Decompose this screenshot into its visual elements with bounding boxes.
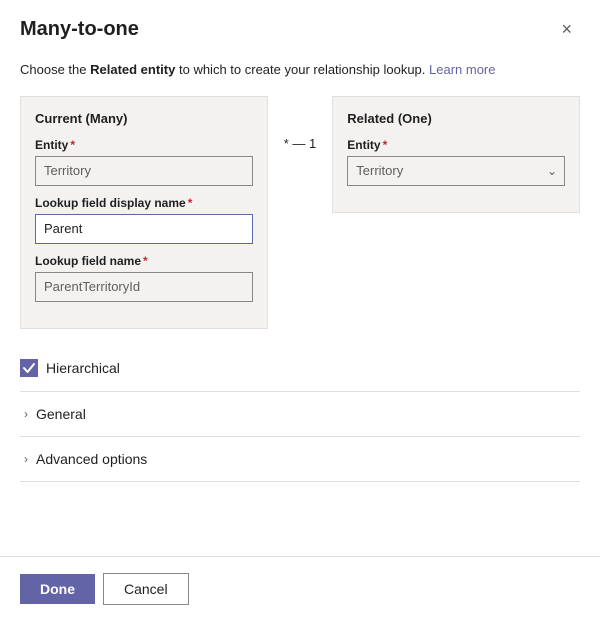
description-text: Choose the Related entity to which to cr… bbox=[20, 60, 580, 80]
dialog-footer: Done Cancel bbox=[0, 556, 600, 621]
related-panel-title: Related (One) bbox=[347, 111, 565, 126]
hierarchical-checkbox[interactable] bbox=[20, 359, 38, 377]
dialog-body: Choose the Related entity to which to cr… bbox=[0, 52, 600, 556]
done-button[interactable]: Done bbox=[20, 574, 95, 604]
dialog-header: Many-to-one × bbox=[0, 0, 600, 52]
many-to-one-dialog: Many-to-one × Choose the Related entity … bbox=[0, 0, 600, 621]
hierarchical-section: Hierarchical bbox=[20, 345, 580, 392]
cancel-button[interactable]: Cancel bbox=[103, 573, 189, 605]
lookup-display-label: Lookup field display name* bbox=[35, 196, 253, 210]
relationship-row: Current (Many) Entity* Lookup field disp… bbox=[20, 96, 580, 329]
advanced-section-label: Advanced options bbox=[36, 451, 147, 467]
entity-label: Entity* bbox=[35, 138, 253, 152]
current-panel: Current (Many) Entity* Lookup field disp… bbox=[20, 96, 268, 329]
lookup-name-field-group: Lookup field name* bbox=[35, 254, 253, 302]
dialog-title: Many-to-one bbox=[20, 18, 139, 41]
advanced-section: › Advanced options bbox=[20, 437, 580, 482]
general-section-header[interactable]: › General bbox=[20, 406, 580, 422]
general-section-label: General bbox=[36, 406, 86, 422]
advanced-section-header[interactable]: › Advanced options bbox=[20, 451, 580, 467]
related-entity-select[interactable]: Territory bbox=[347, 156, 565, 186]
lookup-display-input[interactable] bbox=[35, 214, 253, 244]
checkmark-icon bbox=[23, 362, 35, 374]
close-button[interactable]: × bbox=[553, 16, 580, 42]
lookup-display-field-group: Lookup field display name* bbox=[35, 196, 253, 244]
entity-field-group: Entity* bbox=[35, 138, 253, 186]
description-suffix: to which to create your relationship loo… bbox=[179, 62, 429, 77]
description-prefix: Choose the bbox=[20, 62, 90, 77]
cardinality-indicator: * — 1 bbox=[268, 96, 333, 151]
description-bold: Related entity bbox=[90, 62, 175, 77]
related-panel: Related (One) Entity* Territory ⌄ bbox=[332, 96, 580, 213]
chevron-right-icon: › bbox=[24, 407, 28, 421]
lookup-name-input[interactable] bbox=[35, 272, 253, 302]
related-entity-field-group: Entity* Territory ⌄ bbox=[347, 138, 565, 186]
chevron-right-icon-2: › bbox=[24, 452, 28, 466]
current-panel-title: Current (Many) bbox=[35, 111, 253, 126]
related-entity-label: Entity* bbox=[347, 138, 565, 152]
general-section: › General bbox=[20, 392, 580, 437]
lookup-name-label: Lookup field name* bbox=[35, 254, 253, 268]
learn-more-link[interactable]: Learn more bbox=[429, 62, 495, 77]
related-entity-select-wrapper: Territory ⌄ bbox=[347, 156, 565, 186]
hierarchical-label: Hierarchical bbox=[46, 360, 120, 376]
current-entity-input bbox=[35, 156, 253, 186]
